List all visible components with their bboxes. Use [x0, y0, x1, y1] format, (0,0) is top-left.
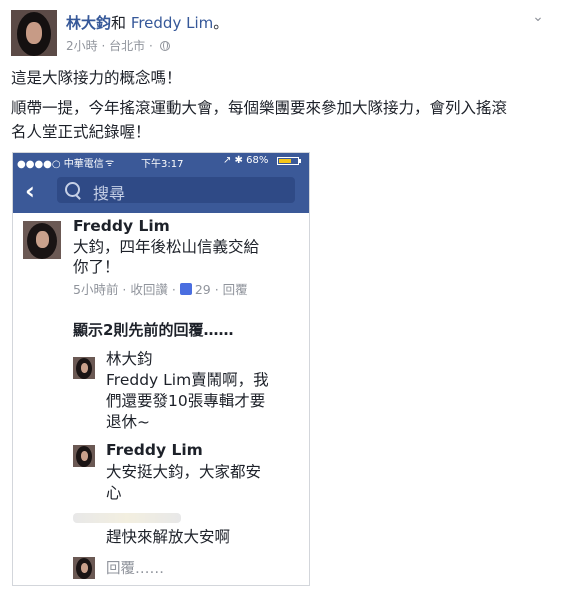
- globe-icon[interactable]: [159, 41, 170, 51]
- reply-avatar[interactable]: [73, 357, 95, 379]
- avatar-face: [81, 451, 88, 461]
- clock-text: 下午3:17: [141, 159, 184, 170]
- like-thumb-icon: [179, 283, 192, 295]
- search-placeholder: 搜尋: [93, 184, 126, 203]
- reply-link[interactable]: 回覆: [223, 282, 248, 297]
- avatar-face: [26, 22, 42, 44]
- reply-avatar[interactable]: [73, 445, 95, 467]
- reply-text-line-1: 大安挺大鈞，大家都安: [106, 463, 262, 481]
- search-input[interactable]: 搜尋: [57, 177, 295, 203]
- comment-text-line-1: 大鈞，四年後松山信義交給: [73, 238, 260, 256]
- reply-text-line-2: 心: [106, 484, 122, 502]
- reply-author[interactable]: Freddy Lim: [106, 441, 203, 459]
- avatar-face: [81, 563, 88, 573]
- wifi-icon: ᯤ: [105, 158, 115, 169]
- post-location-link[interactable]: 台北市: [109, 39, 145, 53]
- meta-separator-2: ·: [148, 39, 153, 53]
- carrier-text: ●●●●○ 中華電信: [17, 159, 104, 170]
- reply-author[interactable]: 林大鈞: [106, 349, 153, 369]
- comment-text-line-2: 你了！: [73, 258, 120, 276]
- reply-text-line-1: Freddy Lim賣鬧啊，我: [106, 371, 269, 389]
- post-meta: 2小時 · 台北市 ·: [66, 37, 170, 54]
- post-text-line-3: 名人堂正式紀錄喔！: [11, 123, 151, 141]
- comment-time[interactable]: 5小時前: [73, 282, 118, 297]
- phone-nav-bar: ‹ 搜尋: [13, 169, 309, 213]
- attached-screenshot-image[interactable]: ●●●●○ 中華電信 ᯤ 下午3:17 ↗ ✱ 68% ‹ 搜尋 Freddy …: [12, 152, 310, 586]
- avatar-face: [81, 363, 88, 373]
- post-header: 林大鈞和 Freddy Lim。: [66, 12, 228, 33]
- period: 。: [213, 14, 229, 32]
- avatar-face: [36, 231, 49, 248]
- reply-composer-input[interactable]: 回覆……: [106, 557, 164, 578]
- reply-text-line-1: 趕快來解放大安啊: [106, 528, 231, 546]
- commenter-avatar[interactable]: [23, 221, 61, 259]
- battery-icon: [277, 157, 299, 165]
- author-avatar[interactable]: [11, 10, 57, 56]
- right-status-text: ↗ ✱ 68%: [223, 155, 269, 166]
- back-button[interactable]: ‹: [25, 179, 43, 203]
- battery-tip: [299, 159, 301, 163]
- chevron-down-icon[interactable]: ⌄: [531, 10, 545, 24]
- battery-fill: [279, 159, 291, 163]
- reply-text-line-2: 們還要發10張專輯才要: [106, 392, 266, 410]
- composer-avatar: [73, 557, 95, 579]
- unlike-link[interactable]: 收回讚: [130, 282, 168, 297]
- reply-text-line-3: 退休~: [106, 413, 150, 431]
- post-time-link[interactable]: 2小時: [66, 39, 98, 53]
- phone-status-bar: ●●●●○ 中華電信 ᯤ 下午3:17 ↗ ✱ 68%: [13, 153, 309, 170]
- with-word: 和: [111, 14, 127, 32]
- author-name-link[interactable]: 林大鈞: [66, 14, 111, 32]
- search-icon: [65, 182, 80, 197]
- post-text-line-1: 這是大隊接力的概念嗎！: [11, 69, 182, 87]
- like-count[interactable]: 29: [195, 282, 211, 297]
- tagged-user-link[interactable]: Freddy Lim: [131, 14, 213, 32]
- post-text-line-2: 順帶一提，今年搖滾運動大會，每個樂團要來參加大隊接力，會列入搖滾: [11, 99, 508, 117]
- show-earlier-replies-link[interactable]: 顯示2則先前的回覆……: [73, 319, 233, 340]
- meta-separator: ·: [101, 39, 106, 53]
- comment-meta: 5小時前 · 收回讚 · 29 · 回覆: [73, 282, 248, 297]
- obscured-reply-author: [73, 513, 181, 523]
- comment-author[interactable]: Freddy Lim: [73, 217, 170, 235]
